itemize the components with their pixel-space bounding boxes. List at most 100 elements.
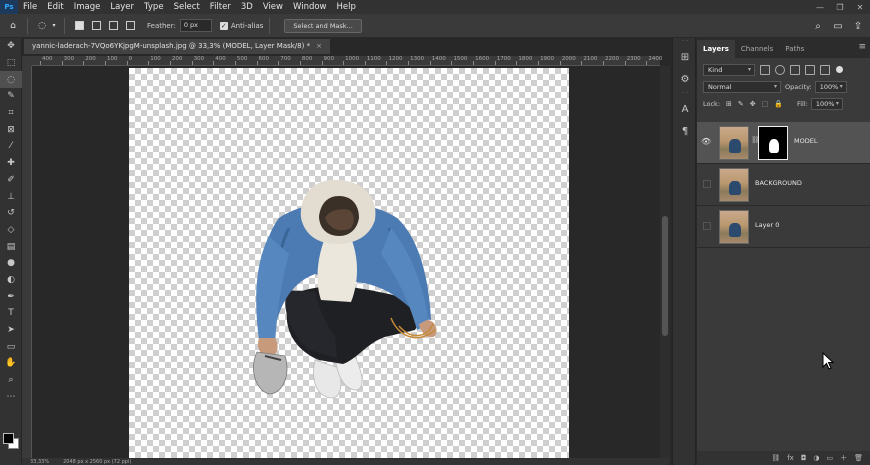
menu-select[interactable]: Select	[169, 2, 205, 12]
move-icon[interactable]: ✥	[0, 38, 22, 55]
photoshop-logo[interactable]: Ps	[0, 0, 18, 14]
intersect-selection-icon[interactable]	[126, 21, 135, 30]
zoom-icon[interactable]: ⌕	[0, 372, 22, 389]
frame-icon[interactable]: ⊠	[0, 121, 22, 138]
gradient-icon[interactable]: ▤	[0, 238, 22, 255]
lasso-icon[interactable]: ◌	[0, 71, 22, 89]
paragraph-panel-icon[interactable]: ¶	[673, 120, 697, 142]
lock-position-icon[interactable]: ✥	[750, 100, 756, 108]
shape-filter-icon[interactable]	[805, 64, 815, 75]
antialias-checkbox[interactable]: ✓	[219, 21, 228, 30]
stamp-icon[interactable]: ⊥	[0, 188, 22, 205]
layer-row-layer-0[interactable]: Layer 0	[697, 206, 870, 248]
type-filter-icon[interactable]	[790, 64, 800, 75]
close-tab-icon[interactable]: ×	[316, 42, 322, 50]
layer-mask-thumbnail[interactable]	[758, 126, 788, 160]
menu-type[interactable]: Type	[139, 2, 169, 12]
add-mask-icon[interactable]: ◘	[801, 454, 807, 462]
smart-object-filter-icon[interactable]	[820, 64, 830, 75]
quick-select-icon[interactable]: ✎	[0, 88, 22, 105]
strip-grip[interactable]: · ·	[673, 38, 697, 46]
menu-edit[interactable]: Edit	[42, 2, 68, 12]
ruler-corner[interactable]	[22, 56, 32, 66]
menu-help[interactable]: Help	[332, 2, 361, 12]
type-icon[interactable]: T	[0, 305, 22, 322]
layer-thumbnail[interactable]	[719, 210, 749, 244]
marquee-icon[interactable]: ⬚	[0, 55, 22, 72]
shape-icon[interactable]: ▭	[0, 338, 22, 355]
adjustment-layer-icon[interactable]: ◑	[813, 454, 819, 462]
color-swatches[interactable]	[3, 433, 19, 449]
select-and-mask-button[interactable]: Select and Mask...	[284, 18, 362, 33]
history-brush-icon[interactable]: ↺	[0, 205, 22, 222]
new-layer-icon[interactable]: ＋	[840, 453, 847, 463]
feather-input[interactable]: 0 px	[179, 19, 212, 32]
menu-image[interactable]: Image	[69, 2, 106, 12]
search-icon[interactable]: ⌕	[810, 18, 826, 34]
healing-icon[interactable]: ✚	[0, 155, 22, 172]
more-icon[interactable]: ⋯	[0, 388, 22, 405]
layer-thumbnail[interactable]	[719, 126, 749, 160]
workspace-icon[interactable]: ▭	[830, 18, 846, 34]
eyedropper-icon[interactable]: ⁄	[0, 138, 22, 155]
layer-row-model[interactable]: 👁 ⛓ MODEL	[697, 122, 870, 164]
vertical-ruler[interactable]	[22, 66, 32, 458]
chevron-down-icon[interactable]: ▾	[50, 18, 58, 34]
hand-icon[interactable]: ✋	[0, 355, 22, 372]
fill-input[interactable]: 100% ▾	[810, 97, 843, 110]
share-icon[interactable]: ⇪	[850, 18, 866, 34]
tab-channels[interactable]: Channels	[735, 40, 779, 58]
pixel-filter-icon[interactable]	[760, 64, 770, 75]
vertical-scrollbar[interactable]	[660, 66, 670, 458]
properties-panel-icon[interactable]: ⚙	[673, 68, 697, 90]
eye-icon[interactable]: 👁	[701, 137, 711, 147]
zoom-level[interactable]: 33,33%	[30, 459, 49, 465]
character-panel-icon[interactable]: A	[673, 98, 697, 120]
add-selection-icon[interactable]	[92, 21, 101, 30]
minimize-button[interactable]: —	[810, 0, 830, 14]
close-window-button[interactable]: ✕	[850, 0, 870, 14]
strip-grip[interactable]: · ·	[673, 90, 697, 98]
visibility-toggle[interactable]	[703, 180, 711, 188]
layer-name[interactable]: BACKGROUND	[755, 179, 802, 187]
lasso-preset-icon[interactable]: ◌	[34, 18, 50, 34]
tab-paths[interactable]: Paths	[779, 40, 810, 58]
scrollbar-thumb[interactable]	[662, 216, 668, 336]
menu-3d[interactable]: 3D	[236, 2, 258, 12]
delete-layer-icon[interactable]: 🗑	[854, 454, 863, 462]
document-canvas[interactable]	[129, 68, 569, 458]
link-layers-icon[interactable]: ⛓	[771, 454, 780, 462]
lock-artboard-icon[interactable]: ⬚	[762, 100, 769, 108]
adjustment-filter-icon[interactable]	[775, 64, 785, 75]
history-panel-icon[interactable]: ⊞	[673, 46, 697, 68]
lock-all-icon[interactable]: 🔒	[774, 100, 783, 108]
subtract-selection-icon[interactable]	[109, 21, 118, 30]
kind-filter-dropdown[interactable]: Kind ▾	[703, 63, 755, 76]
pen-icon[interactable]: ✒	[0, 288, 22, 305]
layer-thumbnail[interactable]	[719, 168, 749, 202]
horizontal-ruler[interactable]: 400 300 200 100 0 100 200 300 400 500 600 700 800 900…	[32, 56, 662, 66]
new-selection-icon[interactable]	[75, 21, 84, 30]
new-group-icon[interactable]: ▭	[826, 454, 833, 462]
filter-toggle[interactable]	[836, 66, 843, 73]
tab-layers[interactable]: Layers	[697, 40, 735, 58]
lock-image-icon[interactable]: ✎	[738, 100, 744, 108]
layer-style-icon[interactable]: fx	[787, 454, 794, 462]
panel-menu-icon[interactable]: ≡	[858, 42, 866, 52]
menu-layer[interactable]: Layer	[105, 2, 139, 12]
layer-name[interactable]: Layer 0	[755, 221, 779, 229]
blur-icon[interactable]: ●	[0, 255, 22, 272]
blend-mode-dropdown[interactable]: Normal ▾	[703, 80, 781, 93]
brush-icon[interactable]: ✐	[0, 172, 22, 189]
menu-filter[interactable]: Filter	[205, 2, 236, 12]
path-select-icon[interactable]: ➤	[0, 322, 22, 339]
menu-view[interactable]: View	[258, 2, 288, 12]
opacity-input[interactable]: 100% ▾	[814, 80, 847, 93]
crop-icon[interactable]: ⌗	[0, 105, 22, 122]
foreground-color-swatch[interactable]	[3, 433, 14, 444]
visibility-toggle[interactable]	[703, 222, 711, 230]
document-tab[interactable]: yannic-laderach-7VQo6YKjpgM-unsplash.jpg…	[24, 39, 330, 54]
maximize-button[interactable]: ❐	[830, 0, 850, 14]
lock-transparent-icon[interactable]: ⊞	[726, 100, 732, 108]
dodge-icon[interactable]: ◐	[0, 272, 22, 289]
